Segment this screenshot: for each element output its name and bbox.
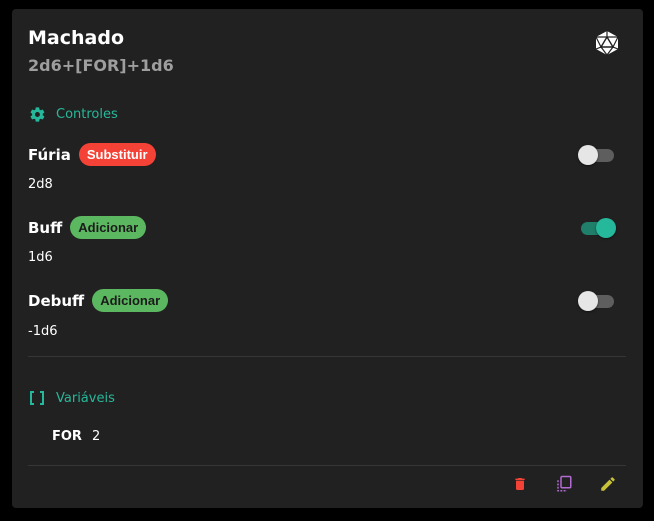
modifier-buff: Buff Adicionar	[28, 216, 147, 239]
modifier-badge: Substituir	[78, 143, 156, 166]
weapon-card: Machado 2d6+[FOR]+1d6 Controles Fúria Su…	[12, 9, 643, 508]
gear-icon	[28, 105, 46, 123]
modifier-value: -1d6	[28, 324, 58, 339]
brackets-icon	[28, 389, 46, 407]
modifier-value: 1d6	[28, 250, 53, 265]
modifier-furia: Fúria Substituir	[28, 143, 156, 166]
copy-icon	[557, 475, 572, 492]
trash-icon	[515, 478, 525, 490]
controls-header-label: Controles	[56, 106, 118, 122]
modifier-name: Debuff	[28, 291, 85, 310]
controls-header: Controles	[28, 105, 118, 123]
weapon-title: Machado	[28, 27, 124, 49]
footer-divider	[28, 465, 626, 466]
variables-header-label: Variáveis	[56, 390, 115, 406]
modifier-name: Fúria	[28, 145, 71, 164]
modifier-badge: Adicionar	[70, 216, 147, 239]
modifier-toggle-furia[interactable]	[578, 145, 616, 165]
modifier-value: 2d8	[28, 177, 53, 192]
toggle-thumb	[578, 145, 598, 165]
variable-row: FOR 2	[52, 429, 100, 444]
modifier-toggle-buff[interactable]	[578, 218, 616, 238]
variable-name: FOR	[52, 429, 82, 444]
modifier-name: Buff	[28, 218, 63, 237]
roll-dice-button[interactable]	[594, 30, 620, 56]
edit-button[interactable]	[597, 473, 619, 495]
weapon-formula: 2d6+[FOR]+1d6	[28, 56, 174, 75]
variable-value: 2	[91, 429, 101, 444]
modifier-badge: Adicionar	[92, 289, 169, 312]
d20-icon	[595, 31, 619, 56]
pencil-icon	[601, 477, 615, 491]
modifier-debuff: Debuff Adicionar	[28, 289, 169, 312]
delete-button[interactable]	[509, 473, 531, 495]
modifier-toggle-debuff[interactable]	[578, 291, 616, 311]
copy-button[interactable]	[553, 473, 575, 495]
toggle-thumb	[578, 291, 598, 311]
section-divider	[28, 356, 626, 357]
toggle-thumb	[596, 218, 616, 238]
variables-header: Variáveis	[28, 389, 115, 407]
